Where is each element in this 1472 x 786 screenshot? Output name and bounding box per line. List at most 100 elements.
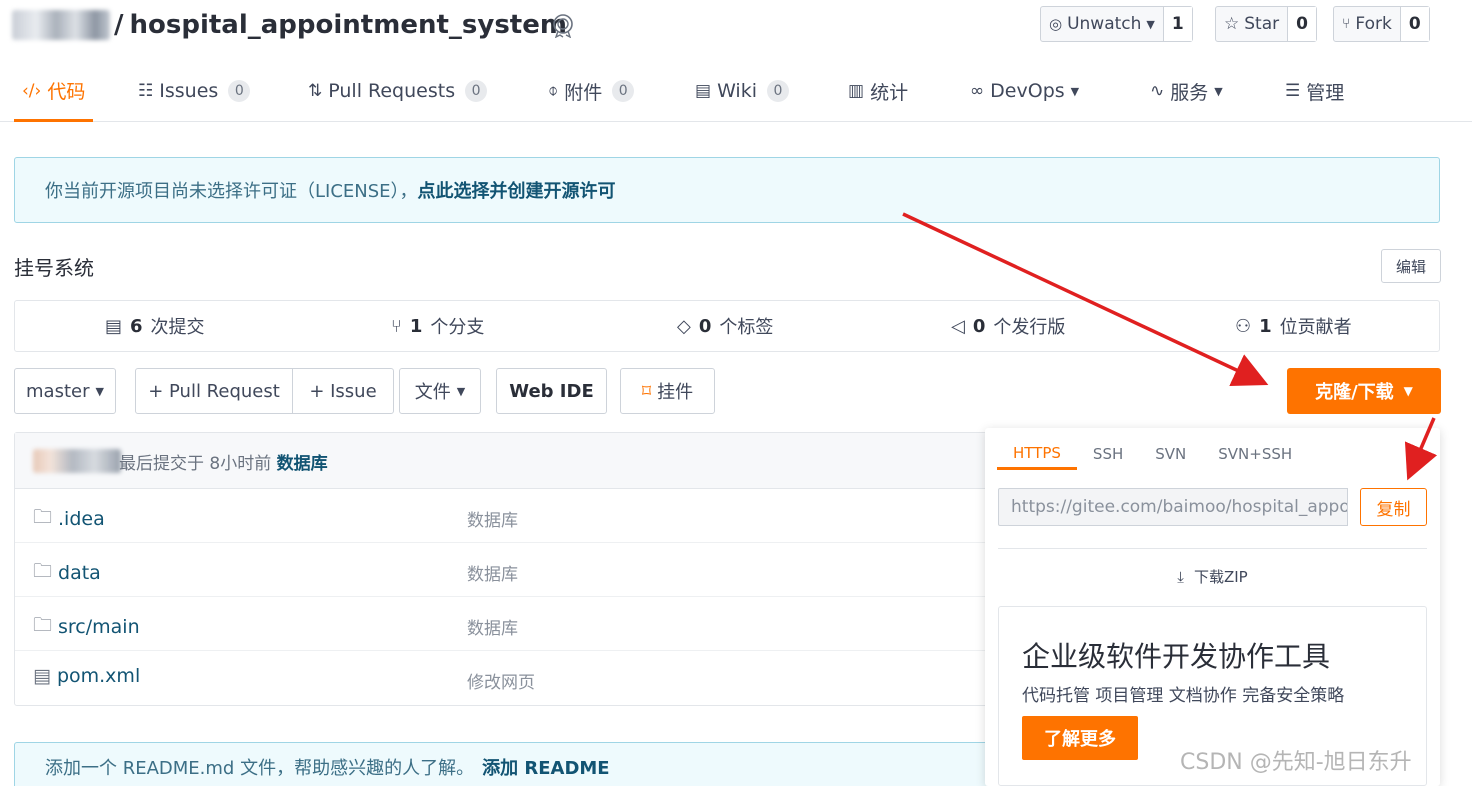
tab-svn[interactable]: SVN [1139,438,1202,470]
latest-commit-row: 最后提交于 8小时前 数据库 [15,433,1013,489]
attachment-icon: ⌽ [548,81,559,101]
bookmark-button[interactable]: ⌑ 挂件 [620,368,715,414]
tab-pull-requests[interactable]: ⇅ Pull Requests 0 [308,62,488,120]
service-icon: ∿ [1150,81,1165,101]
tab-pull-requests-count: 0 [465,80,488,102]
stat-tags-label: 个标签 [719,317,774,338]
clone-download-button[interactable]: 克隆/下载 ▼ [1287,368,1441,414]
stat-commits-label: 次提交 [150,317,205,338]
tab-code[interactable]: ‹/› 代码 [14,62,94,122]
star-count[interactable]: 0 [1288,7,1316,41]
protocol-tabs: HTTPS SSH SVN SVN+SSH [997,438,1308,470]
file-name-label: pom.xml [56,665,141,687]
branch-select[interactable]: master ▼ [14,368,116,414]
recommended-badge-icon[interactable] [550,12,576,38]
eye-icon: ◎ [1049,15,1063,33]
file-commit-message[interactable]: 数据库 [467,614,518,639]
file-icon: ▤ [33,665,51,687]
file-name-label: data [58,562,101,584]
license-notice: 你当前开源项目尚未选择许可证（LICENSE）， 点此选择并创建开源许可 [14,157,1440,223]
star-label: Star [1244,14,1280,34]
tab-devops-label: DevOps [990,80,1065,102]
table-row: 🗀 data 数据库 [15,543,1013,597]
tab-ssh[interactable]: SSH [1077,438,1139,470]
stat-branches-label: 个分支 [430,317,485,338]
learn-more-button[interactable]: 了解更多 [1022,716,1138,760]
stat-releases-count: 0 [972,315,986,337]
file-name-link[interactable]: 🗀 src/main [33,611,140,643]
tab-attachments-label: 附件 [564,81,603,104]
chevron-down-icon: ▼ [1146,17,1155,31]
promo-subtitle: 代码托管 项目管理 文档协作 完备安全策略 [1022,686,1345,706]
latest-commit-message-link[interactable]: 数据库 [277,454,328,474]
copy-url-button[interactable]: 复制 [1360,488,1427,526]
license-notice-text: 你当前开源项目尚未选择许可证（LICENSE）， [45,181,418,202]
stat-releases[interactable]: ◁ 0 个发行版 [951,301,1065,351]
tab-attachments[interactable]: ⌽ 附件 0 [548,62,635,120]
folder-icon: 🗀 [33,614,53,636]
tab-services-label: 服务 [1170,81,1209,104]
tab-https[interactable]: HTTPS [997,438,1077,470]
tab-stats[interactable]: ▥ 统计 [848,62,908,120]
tab-stats-label: 统计 [870,81,909,104]
tab-attachments-count: 0 [612,80,635,102]
stat-tags[interactable]: ◇ 0 个标签 [677,301,773,351]
folder-icon: 🗀 [33,560,53,582]
fork-button[interactable]: ⑂ Fork [1334,7,1401,41]
tab-manage[interactable]: ☰ 管理 [1285,62,1344,120]
star-button-group[interactable]: ☆ Star 0 [1215,6,1317,42]
bookmark-label: 挂件 [657,382,694,403]
chevron-down-icon: ▼ [1070,84,1080,98]
unwatch-button-group[interactable]: ◎ Unwatch ▼ 1 [1040,6,1193,42]
file-commit-message[interactable]: 数据库 [467,506,518,531]
stat-commits-count: 6 [130,315,143,337]
tab-issues[interactable]: ☷ Issues 0 [138,62,251,120]
new-issue-button[interactable]: + Issue [293,369,393,413]
tab-wiki-label: Wiki [717,80,757,102]
tab-svn-ssh[interactable]: SVN+SSH [1202,438,1308,470]
file-name-label: .idea [58,508,105,530]
stat-contributors[interactable]: ⚇ 1 位贡献者 [1235,301,1352,351]
stat-commits[interactable]: ▤ 6 次提交 [105,301,205,351]
clone-url-input[interactable]: https://gitee.com/baimoo/hospital_appoin… [998,488,1348,526]
fork-button-group[interactable]: ⑂ Fork 0 [1333,6,1430,42]
file-commit-message[interactable]: 数据库 [467,560,518,585]
tab-services[interactable]: ∿ 服务 ▼ [1150,62,1223,120]
wiki-icon: ▤ [695,81,712,101]
add-readme-link[interactable]: 添加 README [482,754,610,780]
stat-branches[interactable]: ⑂ 1 个分支 [391,301,484,351]
stat-contributors-label: 位贡献者 [1279,317,1352,338]
unwatch-button[interactable]: ◎ Unwatch ▼ [1041,7,1164,41]
tab-wiki[interactable]: ▤ Wiki 0 [695,62,789,120]
file-menu-button[interactable]: 文件 ▼ [399,368,481,414]
clone-dropdown-panel: HTTPS SSH SVN SVN+SSH https://gitee.com/… [985,428,1440,786]
owner-name-blurred[interactable] [12,10,110,40]
repo-name-link[interactable]: hospital_appointment_system [130,10,567,40]
file-commit-message[interactable]: 修改网页 [467,668,535,693]
folder-icon: 🗀 [33,506,53,528]
code-icon: ‹/› [22,80,42,101]
tab-issues-count: 0 [228,80,251,102]
latest-commit-time: 最后提交于 8小时前 [119,454,272,474]
fork-count[interactable]: 0 [1400,7,1429,41]
web-ide-button[interactable]: Web IDE [496,368,607,414]
readme-notice: 添加一个 README.md 文件，帮助感兴趣的人了解。 添加 README [14,742,1014,786]
file-name-link[interactable]: 🗀 data [33,557,101,589]
devops-icon: ∞ [970,81,985,101]
license-create-link[interactable]: 点此选择并创建开源许可 [418,177,616,203]
repo-title-slash: / [114,10,124,40]
download-zip-link[interactable]: ⤓ 下载ZIP [985,566,1440,587]
tab-devops[interactable]: ∞ DevOps ▼ [970,62,1079,120]
star-button[interactable]: ☆ Star [1216,7,1289,41]
stats-icon: ▥ [848,81,865,101]
stat-releases-label: 个发行版 [993,317,1066,338]
edit-description-button[interactable]: 编辑 [1381,249,1441,283]
file-name-link[interactable]: ▤ pom.xml [33,665,140,687]
watch-count[interactable]: 1 [1163,7,1192,41]
latest-commit-info: 最后提交于 8小时前 数据库 [119,449,328,474]
new-pull-request-button[interactable]: + Pull Request [136,369,293,413]
chevron-down-icon: ▼ [1214,84,1223,98]
avatar[interactable] [33,449,121,473]
file-name-link[interactable]: 🗀 .idea [33,503,105,535]
chevron-down-icon: ▼ [1403,384,1413,398]
